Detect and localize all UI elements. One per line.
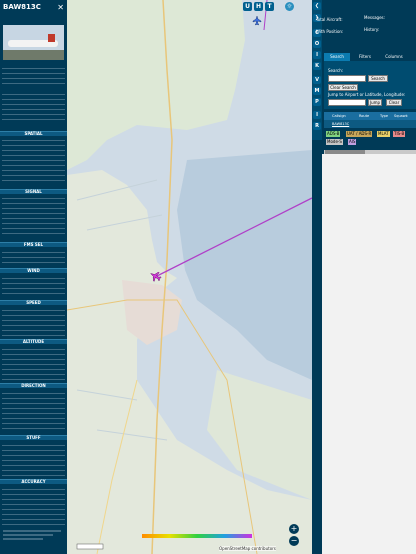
side-button-i[interactable]: I — [313, 51, 321, 59]
badge-mlat: MLAT — [377, 131, 390, 137]
right-panel: ❮ ❯ C O I K V M P I R Total Aircraft: Wi… — [312, 0, 416, 554]
stuff-lines — [2, 443, 65, 476]
tab-bar: Search Filters Columns — [324, 53, 416, 61]
tab-search[interactable]: Search — [324, 53, 350, 61]
search-input[interactable] — [328, 75, 366, 82]
wind-lines — [2, 276, 65, 297]
accuracy-lines — [2, 487, 65, 525]
fms-lines — [2, 250, 65, 264]
spatial-lines — [2, 138, 65, 185]
direction-lines — [2, 391, 65, 432]
col-type[interactable]: Type — [380, 112, 388, 120]
registration-lines — [2, 66, 65, 86]
map-attribution[interactable]: OpenStreetMap contributors — [219, 546, 276, 551]
side-button-v[interactable]: V — [313, 76, 321, 84]
search-pane: Search: Search Clear Search Jump to Airp… — [324, 61, 416, 109]
clear-jump-button[interactable]: Clear — [386, 99, 402, 106]
col-squawk[interactable]: Squawk — [394, 112, 408, 120]
badge-adsb: ADS-B — [326, 131, 341, 137]
section-spatial: SPATIAL — [0, 131, 67, 136]
source-legend: ADS-B UAT / ADS-R MLAT TIS-B Mode-S AIS — [324, 130, 416, 146]
signal-lines — [2, 196, 65, 238]
app: BAW813C ✕ SPATIAL SIGNAL FMS SEL WIND SP… — [0, 0, 416, 554]
clear-search-button[interactable]: Clear Search — [328, 84, 358, 91]
badge-tisb: TIS-B — [393, 131, 406, 137]
badge-uat: UAT / ADS-R — [346, 131, 373, 137]
panel-empty-area — [322, 154, 416, 554]
total-aircraft-label: Total Aircraft: — [316, 17, 343, 22]
side-button-k[interactable]: K — [313, 62, 321, 70]
history-label: History: — [364, 27, 380, 32]
section-signal: SIGNAL — [0, 189, 67, 194]
close-icon[interactable]: ✕ — [57, 3, 64, 12]
side-button-o[interactable]: O — [313, 40, 321, 48]
zoom-out-button[interactable]: − — [289, 536, 299, 546]
badge-modes: Mode-S — [326, 139, 343, 145]
side-button-i2[interactable]: I — [313, 111, 321, 119]
badge-ais: AIS — [348, 139, 357, 145]
messages-label: Messages: — [364, 15, 385, 20]
zoom-in-button[interactable]: + — [289, 524, 299, 534]
settings-icon[interactable]: ☼ — [285, 2, 294, 11]
search-button[interactable]: Search — [368, 75, 388, 82]
map-view[interactable]: U H T ☼ + − OpenStreetMap contributors — [67, 0, 312, 554]
col-route[interactable]: Route — [359, 112, 369, 120]
aircraft-photo — [3, 25, 64, 60]
tab-filters[interactable]: Filters — [354, 53, 376, 61]
with-position-label: With Position: — [316, 29, 344, 34]
collapse-left-icon[interactable]: ❮ — [313, 2, 321, 10]
aircraft-callsign: BAW813C — [3, 3, 41, 11]
side-button-m[interactable]: M — [313, 87, 321, 95]
search-label: Search: — [328, 68, 344, 73]
side-button-r[interactable]: R — [313, 122, 321, 130]
info-footer — [3, 528, 64, 542]
registration-lines-2 — [2, 92, 65, 122]
jump-label: Jump to Airport or Latitude, Longitude: — [328, 92, 406, 97]
speed-lines — [2, 308, 65, 336]
section-wind: WIND — [0, 268, 67, 273]
toggle-h-button[interactable]: H — [254, 2, 263, 11]
aircraft-info-panel: BAW813C ✕ SPATIAL SIGNAL FMS SEL WIND SP… — [0, 0, 67, 554]
map-canvas[interactable] — [67, 0, 312, 554]
jump-input[interactable] — [328, 99, 366, 106]
section-accuracy: ACCURACY — [0, 479, 67, 484]
toggle-u-button[interactable]: U — [243, 2, 252, 11]
table-row[interactable]: BAW813C — [324, 120, 416, 128]
altitude-lines — [2, 347, 65, 381]
side-button-p[interactable]: P — [313, 98, 321, 106]
section-stuff: STUFF — [0, 435, 67, 440]
tab-columns[interactable]: Columns — [380, 53, 408, 61]
toggle-t-button[interactable]: T — [265, 2, 274, 11]
section-speed: SPEED — [0, 300, 67, 305]
aircraft-table-header: Callsign Route Type Squawk — [324, 112, 416, 120]
section-direction: DIRECTION — [0, 383, 67, 388]
jump-button[interactable]: Jump — [368, 99, 382, 106]
section-altitude: ALTITUDE — [0, 339, 67, 344]
row-callsign[interactable]: BAW813C — [332, 120, 349, 128]
col-callsign[interactable]: Callsign — [332, 112, 346, 120]
section-fms-sel: FMS SEL — [0, 242, 67, 247]
